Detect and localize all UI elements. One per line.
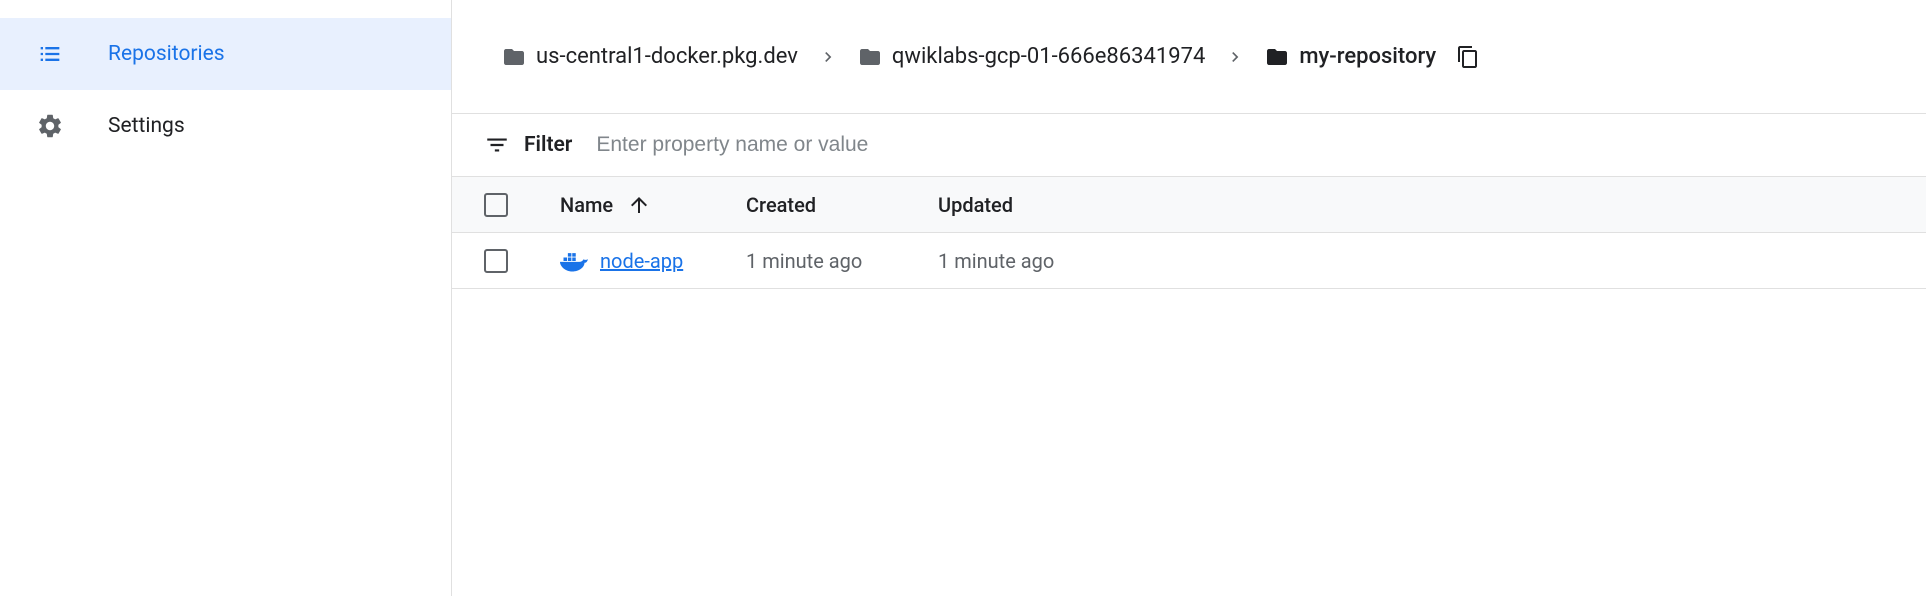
breadcrumb-label: us-central1-docker.pkg.dev: [536, 44, 798, 69]
folder-icon: [858, 45, 882, 69]
header-created[interactable]: Created: [746, 193, 938, 217]
header-updated[interactable]: Updated: [938, 193, 1926, 217]
docker-icon: [560, 250, 588, 272]
image-name-link[interactable]: node-app: [600, 249, 683, 273]
chevron-right-icon: [1225, 47, 1245, 67]
chevron-right-icon: [818, 47, 838, 67]
filter-label: Filter: [524, 133, 572, 157]
header-name-label: Name: [560, 193, 613, 217]
list-icon: [36, 40, 64, 68]
sidebar-item-label: Repositories: [108, 42, 225, 66]
breadcrumb: us-central1-docker.pkg.dev qwiklabs-gcp-…: [452, 0, 1926, 114]
row-updated: 1 minute ago: [938, 249, 1926, 273]
breadcrumb-item-repository[interactable]: my-repository: [1265, 44, 1436, 69]
filter-input[interactable]: [596, 133, 1926, 157]
table: Name Created Updated: [452, 177, 1926, 289]
table-row: node-app 1 minute ago 1 minute ago: [452, 233, 1926, 289]
header-created-label: Created: [746, 193, 816, 217]
table-header: Name Created Updated: [452, 177, 1926, 233]
header-checkbox-cell: [484, 193, 560, 217]
breadcrumb-item-registry[interactable]: us-central1-docker.pkg.dev: [502, 44, 798, 69]
row-created: 1 minute ago: [746, 249, 938, 273]
header-updated-label: Updated: [938, 193, 1013, 217]
gear-icon: [36, 112, 64, 140]
filter-icon[interactable]: [484, 132, 510, 158]
sidebar: Repositories Settings: [0, 0, 452, 596]
breadcrumb-label: my-repository: [1299, 44, 1436, 69]
row-checkbox-cell: [484, 249, 560, 273]
folder-icon: [502, 45, 526, 69]
row-name-cell: node-app: [560, 249, 746, 273]
sidebar-item-repositories[interactable]: Repositories: [0, 18, 451, 90]
row-checkbox[interactable]: [484, 249, 508, 273]
main-content: us-central1-docker.pkg.dev qwiklabs-gcp-…: [452, 0, 1926, 596]
sidebar-item-label: Settings: [108, 114, 185, 138]
breadcrumb-item-project[interactable]: qwiklabs-gcp-01-666e86341974: [858, 44, 1205, 69]
sort-ascending-icon: [627, 193, 651, 217]
header-name[interactable]: Name: [560, 193, 746, 217]
sidebar-item-settings[interactable]: Settings: [0, 90, 451, 162]
breadcrumb-label: qwiklabs-gcp-01-666e86341974: [892, 44, 1205, 69]
folder-icon: [1265, 45, 1289, 69]
select-all-checkbox[interactable]: [484, 193, 508, 217]
copy-icon[interactable]: [1456, 45, 1480, 69]
filter-bar: Filter: [452, 114, 1926, 177]
